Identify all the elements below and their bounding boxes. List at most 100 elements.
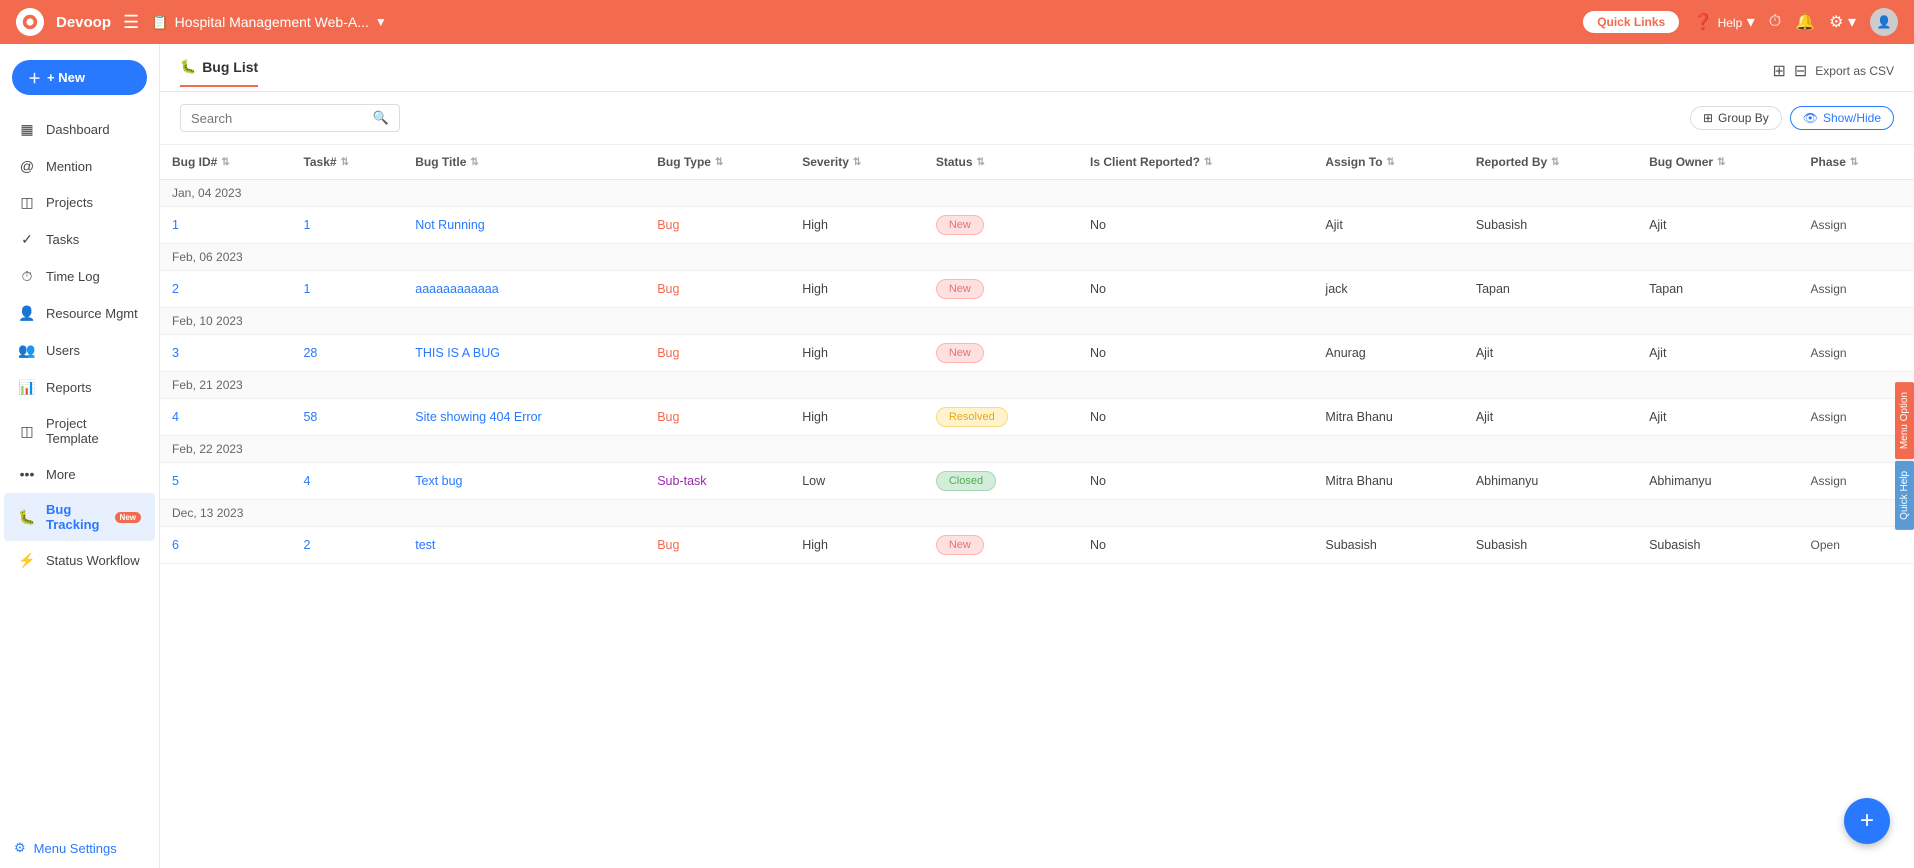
sidebar-item-reports[interactable]: 📊 Reports <box>4 370 155 405</box>
table-row: 2 1 aaaaaaaaaaaa Bug High New No jack Ta… <box>160 271 1914 308</box>
task-cell[interactable]: 4 <box>291 463 403 500</box>
bug-id-cell[interactable]: 5 <box>160 463 291 500</box>
task-cell[interactable]: 58 <box>291 399 403 436</box>
status-badge: New <box>936 215 984 235</box>
table-body: Jan, 04 2023 1 1 Not Running Bug High Ne… <box>160 180 1914 564</box>
content-area: 🐛 Bug List ⊞ ⊟ Export as CSV 🔍 ⊞ Group B… <box>160 44 1914 868</box>
reports-icon: 📊 <box>18 379 36 396</box>
filter-icon[interactable]: ⊞ <box>1772 61 1785 81</box>
sidebar-item-tasks[interactable]: ✓ Tasks <box>4 222 155 257</box>
status-cell: Resolved <box>924 399 1078 436</box>
status-cell: New <box>924 335 1078 372</box>
bug-type-cell: Bug <box>645 335 790 372</box>
sidebar-item-users[interactable]: 👥 Users <box>4 333 155 368</box>
sort-icon: ⇅ <box>1717 157 1725 168</box>
bug-title-cell[interactable]: test <box>403 527 645 564</box>
col-severity[interactable]: Severity⇅ <box>790 145 924 180</box>
timelog-icon: ⏱ <box>18 268 36 285</box>
export-csv-button[interactable]: Export as CSV <box>1815 64 1894 78</box>
menu-settings[interactable]: ⚙ Menu Settings <box>0 828 159 868</box>
date-group-row: Feb, 22 2023 <box>160 436 1914 463</box>
col-bug-type[interactable]: Bug Type⇅ <box>645 145 790 180</box>
task-cell[interactable]: 28 <box>291 335 403 372</box>
sidebar-item-resource-mgmt[interactable]: 👤 Resource Mgmt <box>4 296 155 331</box>
col-bug-title[interactable]: Bug Title⇅ <box>403 145 645 180</box>
help-icon[interactable]: ❓ Help ▾ <box>1693 12 1755 32</box>
search-box[interactable]: 🔍 <box>180 104 400 132</box>
task-cell[interactable]: 1 <box>291 207 403 244</box>
main-layout: ＋ + New ▦ Dashboard @ Mention ◫ Projects… <box>0 44 1914 868</box>
quick-help-tab[interactable]: Quick Help <box>1895 461 1914 530</box>
top-nav-right: Quick Links ❓ Help ▾ ⏱ 🔔 ⚙ ▾ 👤 <box>1583 8 1898 36</box>
hamburger-icon[interactable]: ☰ <box>123 12 139 33</box>
settings-icon[interactable]: ⚙ ▾ <box>1829 12 1856 32</box>
menu-option-tab[interactable]: Menu Option <box>1895 382 1914 459</box>
sort-icon: ⇅ <box>1551 157 1559 168</box>
new-button[interactable]: ＋ + New <box>12 60 147 95</box>
sidebar-item-status-workflow[interactable]: ⚡ Status Workflow <box>4 543 155 578</box>
col-task[interactable]: Task#⇅ <box>291 145 403 180</box>
status-badge: Resolved <box>936 407 1008 427</box>
mention-icon: @ <box>18 158 36 174</box>
col-client-reported[interactable]: Is Client Reported?⇅ <box>1078 145 1313 180</box>
sidebar-item-users-label: Users <box>46 343 80 358</box>
sidebar-item-timelog[interactable]: ⏱ Time Log <box>4 259 155 294</box>
sidebar-item-project-template[interactable]: ◫ Project Template <box>4 407 155 455</box>
top-nav: Devoop ☰ 📋 Hospital Management Web-A... … <box>0 0 1914 44</box>
bug-id-cell[interactable]: 6 <box>160 527 291 564</box>
project-template-icon: ◫ <box>18 423 36 440</box>
dashboard-icon: ▦ <box>18 121 36 138</box>
phase-cell: Assign <box>1799 207 1914 244</box>
bug-id-cell[interactable]: 1 <box>160 207 291 244</box>
bug-list-tab[interactable]: 🐛 Bug List <box>180 59 258 87</box>
date-cell: Feb, 06 2023 <box>160 244 1914 271</box>
bug-title-cell[interactable]: THIS IS A BUG <box>403 335 645 372</box>
sidebar-item-mention[interactable]: @ Mention <box>4 149 155 183</box>
bug-id-cell[interactable]: 4 <box>160 399 291 436</box>
task-cell[interactable]: 2 <box>291 527 403 564</box>
group-by-button[interactable]: ⊞ Group By <box>1690 106 1782 130</box>
sidebar-item-bug-tracking[interactable]: 🐛 Bug Tracking New <box>4 493 155 541</box>
sidebar-item-dashboard-label: Dashboard <box>46 122 110 137</box>
sort-icon: ⇅ <box>1850 157 1858 168</box>
avatar[interactable]: 👤 <box>1870 8 1898 36</box>
severity-cell: High <box>790 399 924 436</box>
bug-title-cell[interactable]: Text bug <box>403 463 645 500</box>
col-status[interactable]: Status⇅ <box>924 145 1078 180</box>
add-bug-fab[interactable]: + <box>1844 798 1890 844</box>
col-bug-id[interactable]: Bug ID#⇅ <box>160 145 291 180</box>
timer-icon[interactable]: ⏱ <box>1769 13 1781 31</box>
column-icon[interactable]: ⊟ <box>1794 61 1807 81</box>
col-assign-to[interactable]: Assign To⇅ <box>1313 145 1463 180</box>
severity-cell: High <box>790 207 924 244</box>
assign-to-cell: Anurag <box>1313 335 1463 372</box>
bug-title-cell[interactable]: Not Running <box>403 207 645 244</box>
quick-links-button[interactable]: Quick Links <box>1583 11 1679 33</box>
sidebar-item-more[interactable]: ••• More <box>4 457 155 491</box>
client-reported-cell: No <box>1078 399 1313 436</box>
col-bug-owner[interactable]: Bug Owner⇅ <box>1637 145 1798 180</box>
date-cell: Feb, 22 2023 <box>160 436 1914 463</box>
app-logo <box>16 8 44 36</box>
severity-cell: High <box>790 335 924 372</box>
assign-to-cell: jack <box>1313 271 1463 308</box>
bug-id-cell[interactable]: 3 <box>160 335 291 372</box>
search-input[interactable] <box>191 111 367 126</box>
status-badge: Closed <box>936 471 996 491</box>
bell-icon[interactable]: 🔔 <box>1795 12 1815 32</box>
col-phase[interactable]: Phase⇅ <box>1799 145 1914 180</box>
col-reported-by[interactable]: Reported By⇅ <box>1464 145 1637 180</box>
date-group-row: Feb, 10 2023 <box>160 308 1914 335</box>
bug-type-cell: Bug <box>645 207 790 244</box>
bug-title-cell[interactable]: aaaaaaaaaaaa <box>403 271 645 308</box>
bug-id-cell[interactable]: 2 <box>160 271 291 308</box>
show-hide-button[interactable]: 👁 Show/Hide <box>1790 106 1894 130</box>
status-badge: New <box>936 279 984 299</box>
show-hide-icon: 👁 <box>1803 111 1818 125</box>
bug-title-cell[interactable]: Site showing 404 Error <box>403 399 645 436</box>
project-selector[interactable]: 📋 Hospital Management Web-A... ▼ <box>151 14 387 31</box>
date-cell: Dec, 13 2023 <box>160 500 1914 527</box>
task-cell[interactable]: 1 <box>291 271 403 308</box>
sidebar-item-projects[interactable]: ◫ Projects <box>4 185 155 220</box>
sidebar-item-dashboard[interactable]: ▦ Dashboard <box>4 112 155 147</box>
